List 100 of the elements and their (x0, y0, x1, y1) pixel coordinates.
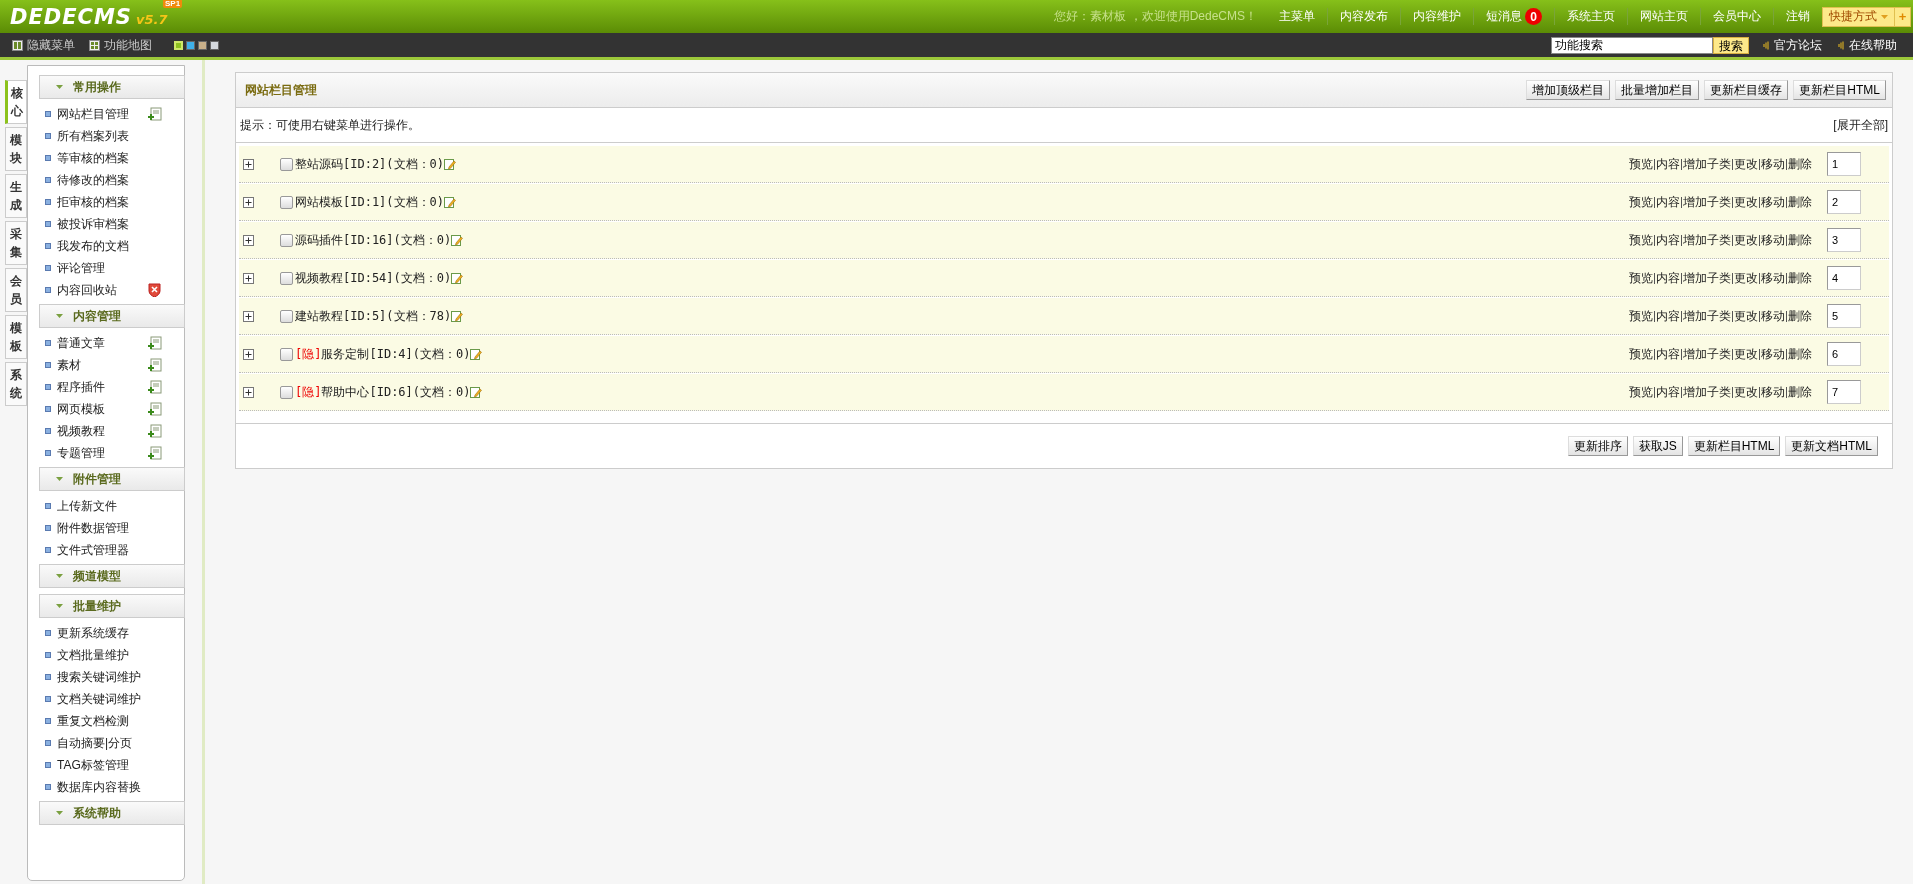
row-checkbox[interactable] (280, 309, 293, 323)
action-link[interactable]: 增加子类 (1681, 196, 1732, 208)
action-link[interactable]: 预览 (1628, 310, 1654, 322)
row-checkbox[interactable] (280, 385, 293, 399)
footer-button[interactable]: 更新排序 (1567, 436, 1628, 456)
menu-item[interactable]: 重复文档检测 (57, 712, 142, 730)
order-field[interactable]: 5 (1827, 304, 1861, 328)
row-checkbox[interactable] (280, 271, 293, 285)
panel-button[interactable]: 更新栏目缓存 (1704, 80, 1789, 100)
action-link[interactable]: 更改 (1732, 272, 1759, 284)
category-name[interactable]: 视频教程[ID:54](文档：0) (295, 269, 452, 287)
menu-item[interactable]: 素材 (57, 356, 142, 374)
search-button[interactable]: 搜索 (1713, 36, 1749, 54)
expand-all-link[interactable]: [展开全部] (1833, 116, 1888, 134)
menu-item[interactable]: 视频教程 (57, 422, 142, 440)
menu-item[interactable]: 附件数据管理 (57, 519, 142, 537)
edit-icon[interactable] (451, 272, 464, 284)
side-tab[interactable]: 会员 (5, 268, 27, 312)
menu-item[interactable]: 搜索关键词维护 (57, 668, 142, 686)
action-link[interactable]: 更改 (1732, 196, 1759, 208)
action-link[interactable]: 删除 (1786, 348, 1813, 360)
order-field[interactable]: 2 (1827, 190, 1861, 214)
menu-group-header[interactable]: 常用操作 (39, 75, 185, 99)
add-document-icon[interactable] (148, 424, 162, 438)
edit-icon[interactable] (470, 386, 483, 398)
toolbar-link[interactable]: 官方论坛 (1763, 36, 1822, 54)
footer-button[interactable]: 获取JS (1632, 436, 1683, 456)
menu-group-header[interactable]: 附件管理 (39, 467, 185, 491)
side-tab[interactable]: 生成 (5, 174, 27, 218)
expand-icon[interactable] (243, 272, 254, 284)
menu-item[interactable]: 待修改的档案 (57, 171, 142, 189)
action-link[interactable]: 增加子类 (1681, 310, 1732, 322)
action-link[interactable]: 预览 (1628, 272, 1654, 284)
edit-icon[interactable] (470, 348, 483, 360)
action-link[interactable]: 预览 (1628, 386, 1654, 398)
row-checkbox[interactable] (280, 347, 293, 361)
action-link[interactable]: 增加子类 (1681, 348, 1732, 360)
order-field[interactable]: 7 (1827, 380, 1861, 404)
menu-item[interactable]: 所有档案列表 (57, 127, 142, 145)
category-name[interactable]: [隐]服务定制[ID:4](文档：0) (295, 345, 471, 363)
toolbar-button[interactable]: 隐藏菜单 (12, 36, 75, 54)
action-link[interactable]: 移动 (1759, 348, 1786, 360)
side-tab[interactable]: 核心 (5, 80, 27, 124)
action-link[interactable]: 移动 (1759, 272, 1786, 284)
action-link[interactable]: 内容 (1654, 158, 1681, 170)
action-link[interactable]: 删除 (1786, 158, 1813, 170)
order-field[interactable]: 1 (1827, 152, 1861, 176)
menu-item[interactable]: 我发布的文档 (57, 237, 142, 255)
action-link[interactable]: 移动 (1759, 386, 1786, 398)
add-document-icon[interactable] (148, 358, 162, 372)
edit-icon[interactable] (444, 158, 457, 170)
menu-item[interactable]: 拒审核的档案 (57, 193, 142, 211)
panel-button[interactable]: 更新栏目HTML (1793, 80, 1886, 100)
action-link[interactable]: 更改 (1732, 310, 1759, 322)
menu-item[interactable]: 评论管理 (57, 259, 142, 277)
action-link[interactable]: 移动 (1759, 158, 1786, 170)
expand-icon[interactable] (243, 386, 254, 398)
action-link[interactable]: 删除 (1786, 386, 1813, 398)
expand-icon[interactable] (243, 196, 254, 208)
action-link[interactable]: 内容 (1654, 310, 1681, 322)
category-name[interactable]: 网站模板[ID:1](文档：0) (295, 193, 445, 211)
menu-item[interactable]: 普通文章 (57, 334, 142, 352)
action-link[interactable]: 删除 (1786, 196, 1813, 208)
action-link[interactable]: 内容 (1654, 272, 1681, 284)
action-link[interactable]: 内容 (1654, 348, 1681, 360)
action-link[interactable]: 增加子类 (1681, 158, 1732, 170)
action-link[interactable]: 预览 (1628, 348, 1654, 360)
expand-icon[interactable] (243, 310, 254, 322)
edit-icon[interactable] (451, 310, 464, 322)
action-link[interactable]: 更改 (1732, 386, 1759, 398)
menu-item[interactable]: 内容回收站 (57, 281, 142, 299)
action-link[interactable]: 内容 (1654, 234, 1681, 246)
delete-icon[interactable] (148, 283, 161, 297)
category-name[interactable]: 建站教程[ID:5](文档：78) (295, 307, 452, 325)
menu-group-header[interactable]: 系统帮助 (39, 801, 185, 825)
side-tab[interactable]: 模板 (5, 315, 27, 359)
add-document-icon[interactable] (148, 336, 162, 350)
action-link[interactable]: 增加子类 (1681, 234, 1732, 246)
order-field[interactable]: 6 (1827, 342, 1861, 366)
expand-icon[interactable] (243, 234, 254, 246)
action-link[interactable]: 内容 (1654, 386, 1681, 398)
action-link[interactable]: 预览 (1628, 234, 1654, 246)
menu-item[interactable]: 被投诉审档案 (57, 215, 142, 233)
action-link[interactable]: 更改 (1732, 158, 1759, 170)
action-link[interactable]: 更改 (1732, 234, 1759, 246)
expand-icon[interactable] (243, 158, 254, 170)
menu-item[interactable]: 文档批量维护 (57, 646, 142, 664)
side-tab[interactable]: 系统 (5, 362, 27, 406)
action-link[interactable]: 内容 (1654, 196, 1681, 208)
row-checkbox[interactable] (280, 233, 293, 247)
action-link[interactable]: 增加子类 (1681, 386, 1732, 398)
menu-group-header[interactable]: 内容管理 (39, 304, 185, 328)
theme-swatch[interactable] (198, 40, 207, 50)
theme-swatch[interactable] (210, 40, 219, 50)
shortcut-dropdown[interactable]: 快捷方式 (1822, 6, 1895, 27)
menu-item[interactable]: 数据库内容替换 (57, 778, 142, 796)
menu-item[interactable]: 文档关键词维护 (57, 690, 142, 708)
add-document-icon[interactable] (148, 446, 162, 460)
order-field[interactable]: 4 (1827, 266, 1861, 290)
toolbar-button[interactable]: 功能地图 (89, 36, 152, 54)
